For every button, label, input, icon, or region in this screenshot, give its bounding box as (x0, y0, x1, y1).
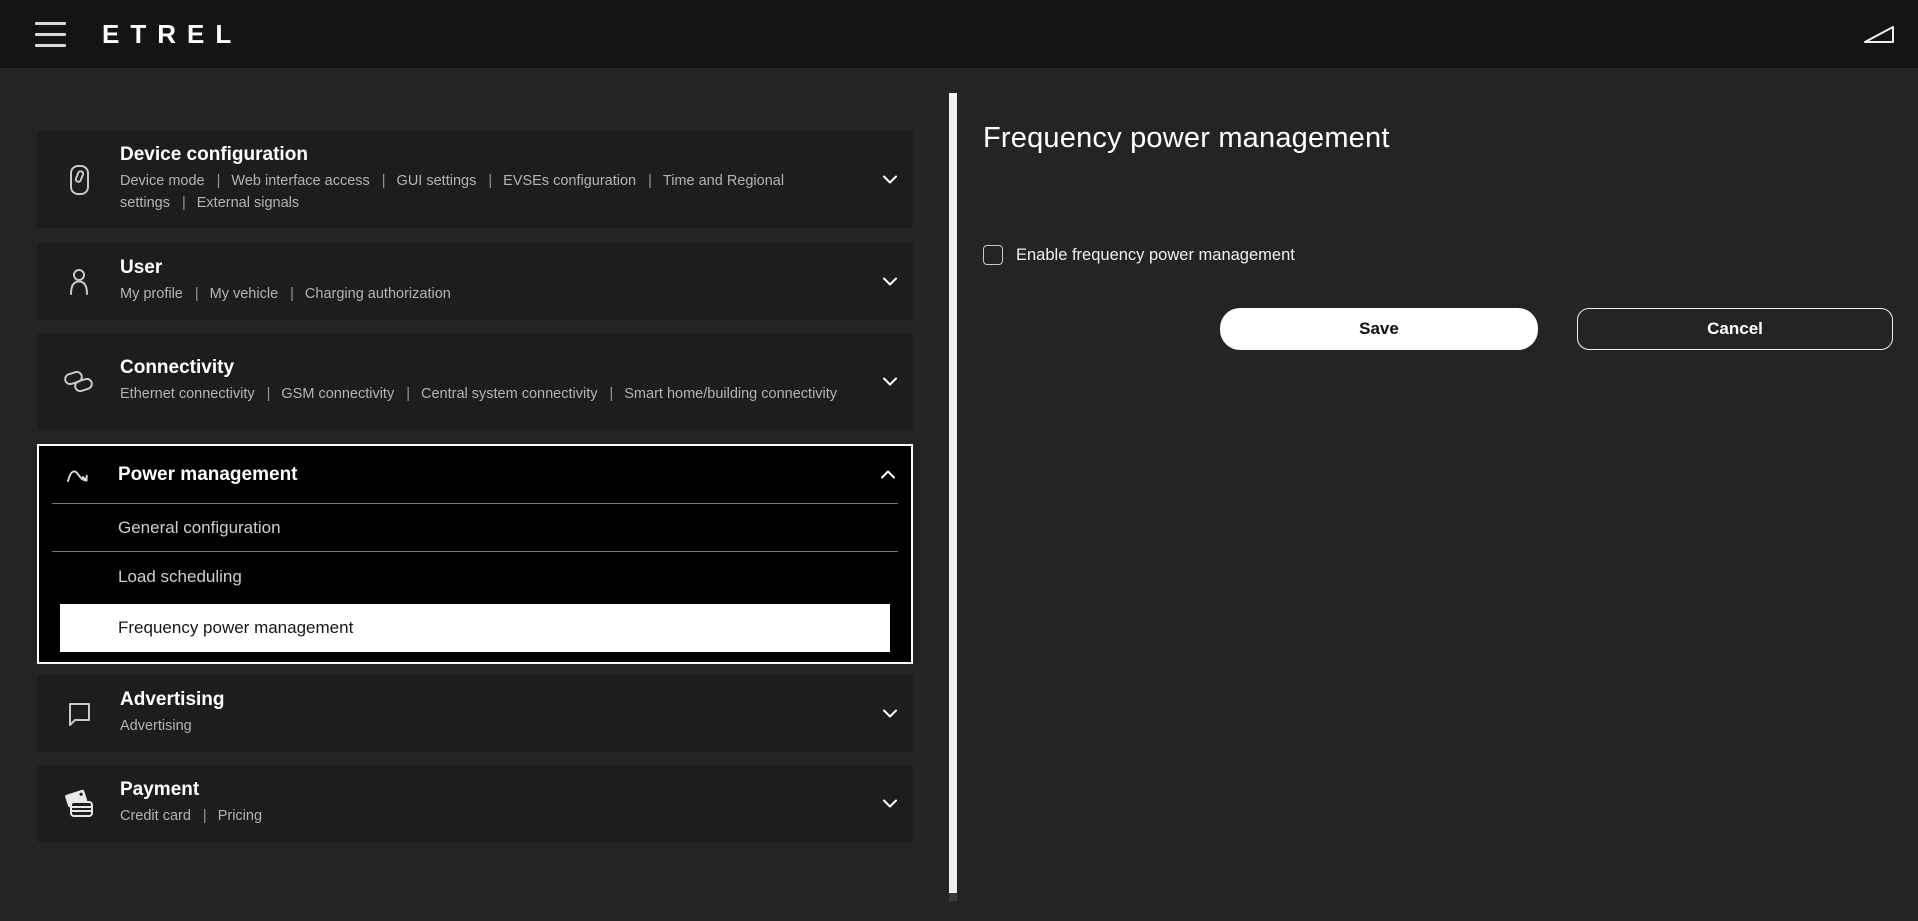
power-management-header[interactable]: Power management (39, 446, 911, 503)
link-my-vehicle[interactable]: My vehicle (183, 286, 278, 302)
link-external-signals[interactable]: External signals (170, 195, 299, 211)
cancel-button[interactable]: Cancel (1577, 308, 1893, 350)
section-title: Advertising (120, 689, 861, 711)
scrollbar-end (949, 893, 957, 901)
link-credit-card[interactable]: Credit card (120, 808, 191, 824)
enable-frequency-checkbox[interactable] (983, 245, 1003, 265)
link-device-mode[interactable]: Device mode (120, 173, 205, 189)
section-title: Power management (118, 464, 865, 486)
section-links: My profileMy vehicleCharging authorizati… (120, 284, 861, 306)
user-icon (37, 243, 120, 320)
link-web-interface-access[interactable]: Web interface access (205, 173, 370, 189)
chevron-up-icon[interactable] (865, 470, 911, 479)
chevron-down-icon[interactable] (867, 765, 913, 842)
link-pricing[interactable]: Pricing (191, 808, 262, 824)
menu-item-frequency-power-management[interactable]: Frequency power management (60, 604, 890, 652)
etrel-configuration-app: ETREL Device configuration Device mode (0, 0, 1918, 921)
settings-sidebar: Device configuration Device modeWeb inte… (37, 131, 913, 855)
menu-item-load-scheduling[interactable]: Load scheduling (39, 552, 911, 602)
speech-bubble-icon (37, 675, 120, 752)
section-title: User (120, 257, 861, 279)
charging-station-icon (37, 131, 120, 228)
save-button[interactable]: Save (1220, 308, 1538, 350)
chain-link-icon (37, 333, 120, 430)
section-title: Payment (120, 779, 861, 801)
scrollbar-thumb[interactable] (949, 93, 957, 893)
link-smart-home-building-connectivity[interactable]: Smart home/building connectivity (597, 386, 837, 402)
link-evses-configuration[interactable]: EVSEs configuration (476, 173, 636, 189)
section-links: Device modeWeb interface accessGUI setti… (120, 171, 861, 215)
sidebar-section-user[interactable]: User My profileMy vehicleCharging author… (37, 243, 913, 320)
section-title: Connectivity (120, 357, 861, 379)
link-gsm-connectivity[interactable]: GSM connectivity (255, 386, 395, 402)
enable-frequency-row: Enable frequency power management (983, 245, 1893, 265)
sidebar-section-payment[interactable]: Payment Credit cardPricing (37, 765, 913, 842)
link-advertising[interactable]: Advertising (120, 718, 192, 734)
sidebar-section-advertising[interactable]: Advertising Advertising (37, 675, 913, 752)
link-gui-settings[interactable]: GUI settings (370, 173, 477, 189)
chevron-down-icon[interactable] (867, 675, 913, 752)
frequency-wave-icon (39, 463, 118, 487)
link-ethernet-connectivity[interactable]: Ethernet connectivity (120, 386, 255, 402)
link-central-system-connectivity[interactable]: Central system connectivity (394, 386, 597, 402)
credit-card-icon (37, 765, 120, 842)
chevron-down-icon[interactable] (867, 333, 913, 430)
signal-strength-icon (1862, 23, 1896, 45)
form-actions: Save Cancel (1220, 308, 1893, 350)
link-charging-authorization[interactable]: Charging authorization (278, 286, 451, 302)
sidebar-section-connectivity[interactable]: Connectivity Ethernet connectivityGSM co… (37, 333, 913, 430)
section-title: Device configuration (120, 144, 861, 166)
menu-item-general-configuration[interactable]: General configuration (39, 504, 911, 551)
section-links: Ethernet connectivityGSM connectivityCen… (120, 384, 861, 406)
sidebar-section-device-configuration[interactable]: Device configuration Device modeWeb inte… (37, 131, 913, 228)
page-title: Frequency power management (983, 122, 1893, 155)
frequency-power-management-panel: Frequency power management Enable freque… (983, 68, 1893, 350)
vertical-scrollbar[interactable] (949, 93, 957, 901)
hamburger-menu-icon[interactable] (35, 22, 66, 47)
sidebar-section-power-management: Power management General configuration L… (37, 444, 913, 664)
chevron-down-icon[interactable] (867, 131, 913, 228)
section-links: Advertising (120, 716, 861, 738)
chevron-down-icon[interactable] (867, 243, 913, 320)
section-links: Credit cardPricing (120, 806, 861, 828)
etrel-logo: ETREL (102, 19, 242, 50)
link-my-profile[interactable]: My profile (120, 286, 183, 302)
top-bar: ETREL (0, 0, 1918, 68)
enable-frequency-label: Enable frequency power management (1016, 246, 1295, 265)
